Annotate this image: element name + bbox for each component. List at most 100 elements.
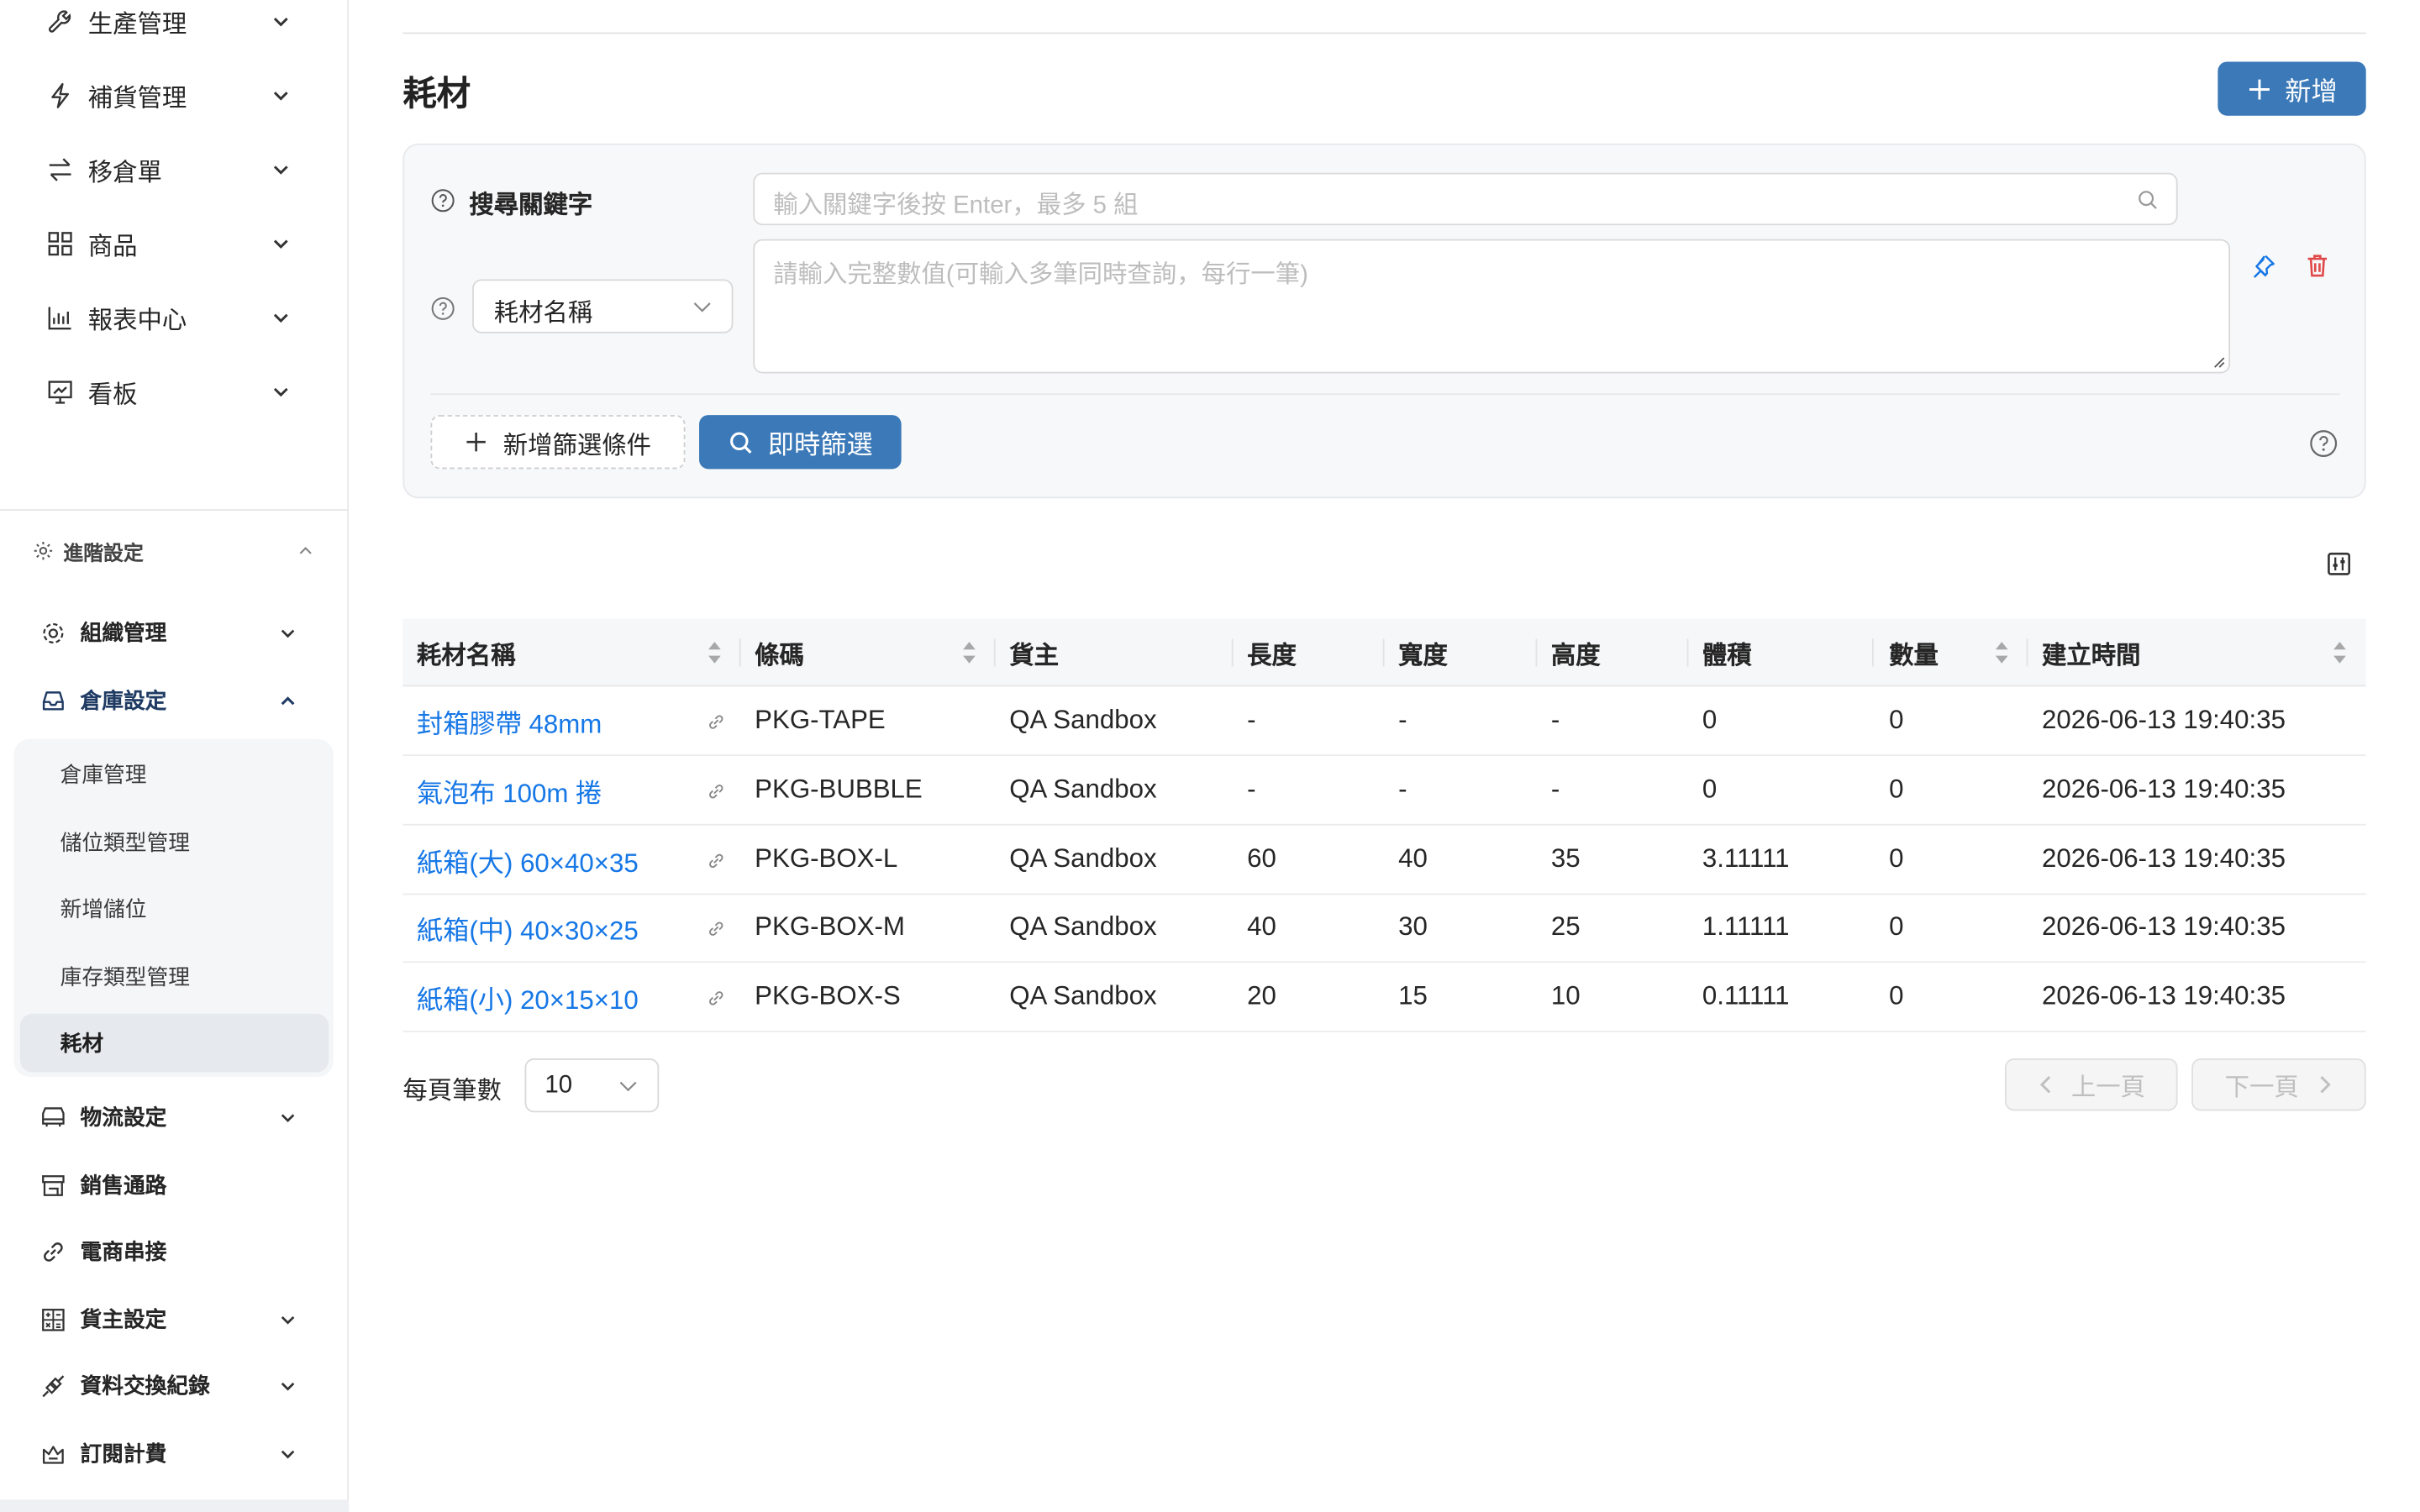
owner-cell: QA Sandbox [1009, 981, 1157, 1011]
sidebar-item-label: 貨主設定 [80, 1306, 167, 1332]
sidebar-item-add-location[interactable]: 新增儲位 [20, 879, 329, 938]
values-placeholder: 請輸入完整數值(可輸入多筆同時查詢，每行一筆) [773, 262, 1308, 289]
help-icon[interactable] [430, 188, 455, 213]
inbox-icon [42, 690, 64, 710]
link-icon[interactable] [707, 989, 725, 1007]
table-row: 氣泡布 100m 捲 PKG-BUBBLE QA Sandbox - - - 0… [402, 756, 2366, 826]
column-settings-icon[interactable] [2326, 551, 2352, 577]
filter-panel: 搜尋關鍵字 輸入關鍵字後按 Enter，最多 5 組 耗材名稱 請輸入完整數值(… [402, 143, 2366, 499]
chevron-down-icon [281, 628, 295, 638]
column-separator [1535, 638, 1538, 667]
trash-icon[interactable] [2304, 251, 2330, 279]
gear-icon [43, 622, 64, 643]
column-separator [1231, 638, 1234, 667]
sidebar-item-location-types[interactable]: 儲位類型管理 [20, 813, 329, 872]
width-cell: - [1398, 774, 1407, 804]
sidebar-item-products[interactable]: 商品 [0, 213, 349, 274]
sidebar-divider [0, 509, 350, 511]
column-header-name[interactable]: 耗材名稱 [417, 619, 516, 687]
field-select[interactable]: 耗材名稱 [472, 279, 734, 333]
column-header-barcode[interactable]: 條碼 [755, 619, 804, 687]
sidebar-item-reports[interactable]: 報表中心 [0, 287, 349, 349]
consumable-name-link[interactable]: 紙箱(中) 40×30×25 [417, 893, 639, 961]
sort-icon[interactable] [961, 638, 976, 666]
quantity-cell: 0 [1889, 705, 1904, 735]
sidebar-item-replenish[interactable]: 補貨管理 [0, 65, 349, 126]
shop-icon [42, 1174, 65, 1196]
height-cell: - [1550, 705, 1560, 735]
sidebar-section-advanced[interactable]: 進階設定 [0, 523, 349, 579]
link-icon[interactable] [707, 852, 725, 870]
barcode-cell: PKG-BOX-M [755, 911, 905, 942]
sidebar-item-ecommerce[interactable]: 電商串接 [0, 1224, 349, 1279]
link-icon[interactable] [707, 920, 725, 938]
leaf-label: 儲位類型管理 [60, 830, 190, 855]
sidebar-item-sales-channels[interactable]: 銷售通路 [0, 1158, 349, 1213]
next-page-button[interactable]: 下一頁 [2191, 1058, 2366, 1111]
table-row: 紙箱(小) 20×15×10 PKG-BOX-S QA Sandbox 20 1… [402, 963, 2366, 1032]
width-cell: - [1398, 705, 1407, 735]
consumable-name-link[interactable]: 紙箱(大) 60×40×35 [417, 826, 639, 894]
sidebar-item-data-exchange-log[interactable]: 資料交換紀錄 [0, 1357, 349, 1413]
width-cell: 30 [1398, 911, 1428, 942]
created-cell: 2026-06-13 19:40:35 [2042, 911, 2286, 942]
leaf-label: 新增儲位 [60, 896, 147, 921]
apply-filter-label: 即時篩選 [767, 430, 873, 460]
height-cell: 10 [1550, 981, 1581, 1011]
keyword-search-input[interactable]: 輸入關鍵字後按 Enter，最多 5 組 [753, 172, 2178, 226]
column-header-created[interactable]: 建立時間 [2042, 619, 2141, 687]
sidebar-item-dashboard[interactable]: 看板 [0, 361, 349, 423]
sidebar-item-transfer[interactable]: 移倉單 [0, 139, 349, 200]
sort-icon[interactable] [1994, 638, 2009, 666]
help-icon[interactable] [2309, 429, 2338, 459]
prev-page-button[interactable]: 上一頁 [2004, 1058, 2178, 1111]
sidebar-scrollbar-track[interactable] [0, 1499, 350, 1512]
consumable-name-link[interactable]: 紙箱(小) 20×15×10 [417, 963, 639, 1031]
page-size-select[interactable]: 10 [524, 1058, 660, 1113]
link-icon[interactable] [707, 713, 725, 732]
barcode-cell: PKG-BOX-S [755, 981, 901, 1011]
sidebar-item-warehouse-settings[interactable]: 倉庫設定 [0, 673, 349, 728]
column-header-quantity[interactable]: 數量 [1889, 619, 1939, 687]
quantity-cell: 0 [1889, 774, 1904, 804]
sort-icon[interactable] [2332, 638, 2347, 666]
sidebar-item-warehouse-management[interactable]: 倉庫管理 [20, 745, 329, 804]
volume-cell: 0 [1702, 774, 1718, 804]
gear-icon [34, 541, 53, 560]
apply-filter-button[interactable]: 即時篩選 [699, 415, 902, 470]
height-cell: 25 [1550, 911, 1581, 942]
column-separator [1871, 638, 1874, 667]
help-icon[interactable] [430, 297, 455, 321]
column-header-width: 寬度 [1398, 643, 1448, 670]
filter-divider [430, 393, 2340, 396]
sidebar-item-organization[interactable]: 組織管理 [0, 605, 349, 660]
add-button[interactable]: 新增 [2217, 61, 2366, 116]
barcode-cell: PKG-BOX-L [755, 843, 898, 874]
add-filter-condition-button[interactable]: 新增篩選條件 [430, 415, 686, 470]
values-textarea[interactable]: 請輸入完整數值(可輸入多筆同時查詢，每行一筆) [753, 239, 2231, 374]
pin-icon[interactable] [2250, 253, 2276, 279]
sidebar-item-subscription[interactable]: 訂閱計費 [0, 1425, 349, 1481]
sidebar-item-consumables[interactable]: 耗材 [19, 1013, 329, 1073]
sidebar-item-production[interactable]: 生產管理 [0, 0, 349, 52]
sort-icon[interactable] [707, 638, 722, 666]
consumable-name-link[interactable]: 封箱膠帶 48mm [417, 686, 602, 754]
page-title: 耗材 [402, 74, 471, 113]
sidebar-item-label: 訂閱計費 [80, 1441, 167, 1466]
header-divider [402, 32, 2366, 34]
search-icon[interactable] [2138, 190, 2158, 210]
sidebar-item-inventory-types[interactable]: 庫存類型管理 [20, 948, 329, 1006]
consumable-name-link[interactable]: 氣泡布 100m 捲 [417, 756, 602, 824]
keyword-label: 搜尋關鍵字 [469, 192, 593, 219]
resize-handle-icon[interactable] [2212, 354, 2226, 369]
length-cell: - [1247, 774, 1256, 804]
width-cell: 40 [1398, 843, 1428, 874]
swap-icon [49, 158, 71, 181]
length-cell: 40 [1247, 911, 1276, 942]
sidebar-item-label: 組織管理 [80, 620, 167, 645]
wrench-icon [48, 10, 71, 33]
sidebar-item-logistics[interactable]: 物流設定 [0, 1089, 349, 1145]
page-size-value: 10 [544, 1072, 573, 1099]
link-icon[interactable] [707, 782, 725, 801]
sidebar-item-owner-settings[interactable]: 貨主設定 [0, 1291, 349, 1347]
